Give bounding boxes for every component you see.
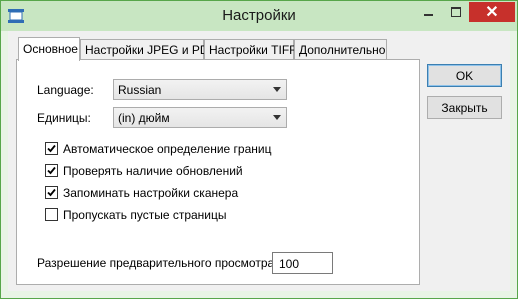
checkbox-label: Запоминать настройки сканера <box>63 186 239 200</box>
close-label: Закрыть <box>441 100 488 115</box>
tab-label: Настройки TIFF <box>209 43 297 57</box>
checkbox[interactable] <box>45 164 58 177</box>
tab-tiff-settings[interactable]: Настройки TIFF <box>204 39 297 59</box>
general-tab-panel: Language: Russian Единицы: (in) дюйм Авт… <box>16 59 420 285</box>
tab-general[interactable]: Основное <box>18 37 80 61</box>
close-window-button[interactable]: ✕ <box>469 2 515 22</box>
chevron-down-icon <box>273 87 281 92</box>
dialog-body: Основное Настройки JPEG и PDF Настройки … <box>8 31 510 291</box>
tab-label: Основное <box>23 42 78 56</box>
checkmark-icon <box>47 166 56 175</box>
language-value: Russian <box>118 83 162 97</box>
language-select[interactable]: Russian <box>113 79 287 100</box>
settings-dialog: Настройки ✕ Основное Настройки JPEG и PD… <box>0 0 518 299</box>
minimize-button[interactable] <box>415 2 442 22</box>
checkbox[interactable] <box>45 186 58 199</box>
chevron-down-icon <box>273 115 281 120</box>
checkbox-label: Автоматическое определение границ <box>63 142 272 156</box>
preview-resolution-input[interactable] <box>272 252 335 274</box>
units-select[interactable]: (in) дюйм <box>113 107 287 128</box>
tab-label: Дополнительно <box>299 43 386 57</box>
ok-button[interactable]: OK <box>427 64 502 87</box>
checkbox[interactable] <box>45 142 58 155</box>
tab-label: Настройки JPEG и PDF <box>85 43 216 57</box>
checkbox[interactable] <box>45 208 58 221</box>
ok-label: OK <box>455 68 474 83</box>
preview-resolution-label: Разрешение предварительного просмотра: <box>37 256 278 270</box>
tab-advanced[interactable]: Дополнительно <box>294 39 387 59</box>
close-icon: ✕ <box>485 4 499 21</box>
maximize-button[interactable] <box>442 2 469 22</box>
title-bar[interactable]: Настройки ✕ <box>1 1 517 31</box>
close-button[interactable]: Закрыть <box>427 96 502 119</box>
tab-jpeg-pdf-settings[interactable]: Настройки JPEG и PDF <box>80 39 216 59</box>
minimize-icon <box>424 14 433 16</box>
checkmark-icon <box>47 188 56 197</box>
checkbox-label: Пропускать пустые страницы <box>63 208 227 222</box>
checkbox-label: Проверять наличие обновлений <box>63 164 243 178</box>
preview-resolution-field[interactable] <box>277 256 335 272</box>
units-label: Единицы: <box>37 111 91 125</box>
language-label: Language: <box>37 83 94 97</box>
units-value: (in) дюйм <box>118 111 170 125</box>
checkmark-icon <box>47 144 56 153</box>
maximize-icon <box>450 7 461 17</box>
